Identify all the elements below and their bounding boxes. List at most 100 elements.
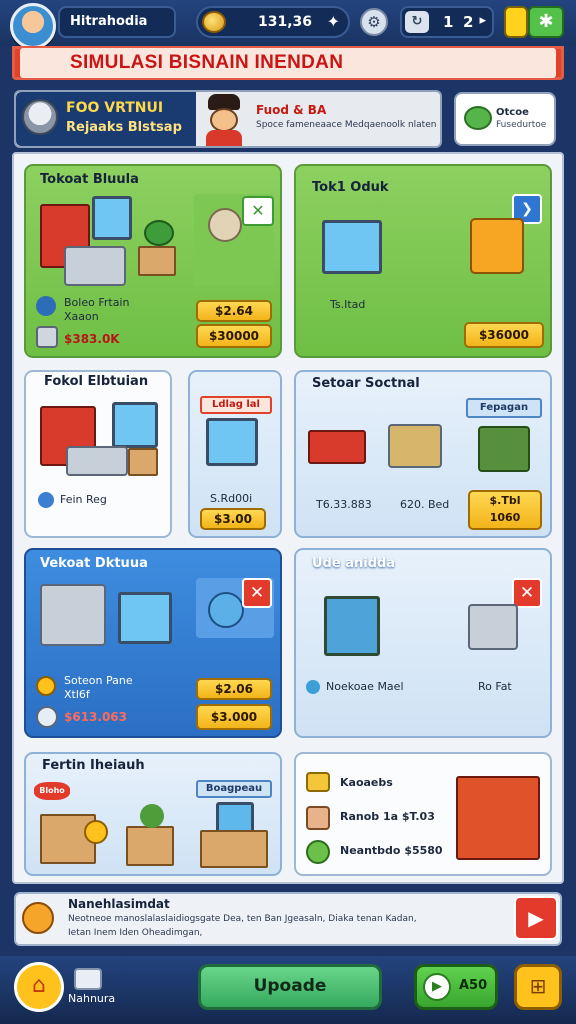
coin-icon <box>36 676 56 696</box>
monitor-icon <box>206 418 258 466</box>
box-icon <box>200 830 268 868</box>
settings-icon[interactable]: ✱ <box>528 6 564 38</box>
card-1-price-1[interactable]: $2.64 <box>196 300 272 322</box>
mascot-icon <box>22 99 58 135</box>
level-value-b: 2 <box>463 13 474 31</box>
close-icon[interactable]: ✕ <box>242 578 272 608</box>
pos-machine-icon <box>40 584 106 646</box>
card-1-price-2[interactable]: $30000 <box>196 324 272 348</box>
crate-icon <box>478 426 530 472</box>
promo-line-2: Rejaaks Blstsap <box>66 120 182 135</box>
card-6-title: Vekoat Dktuua <box>40 556 148 571</box>
promo-middle-title: Fuod & BA <box>256 103 327 117</box>
card-5-price[interactable]: $.Tbl 1060 <box>468 490 542 530</box>
side-promo-text: Fusedurtoe <box>496 120 547 130</box>
ad-icon: ▶ <box>423 973 451 1001</box>
pencil-icon <box>38 492 54 508</box>
close-icon[interactable]: ✕ <box>512 578 542 608</box>
cart-icon <box>388 424 442 468</box>
box-icon <box>128 448 158 476</box>
card-5-label-2: 620. Bed <box>400 498 450 511</box>
card-3-title: Fokol Elbtuian <box>44 374 149 389</box>
register-icon <box>66 446 128 476</box>
can-icon <box>36 326 58 348</box>
energy-icon[interactable] <box>504 6 528 38</box>
card-5-title: Setoar Soctnal <box>312 376 420 391</box>
card-2-label: Ts.Itad <box>330 298 366 311</box>
leaf-icon <box>306 840 330 864</box>
promo-middle-text: Spoce fameneaace Medqaenoolk nlaten <box>256 120 437 130</box>
crate-icon <box>126 826 174 866</box>
mascot-icon <box>208 592 244 628</box>
card-7-label-2: Ro Fat <box>478 680 512 693</box>
monitor-icon <box>468 604 518 650</box>
card-9-line-1: Kaoaebs <box>340 776 393 789</box>
level-value-a: 1 <box>443 13 454 31</box>
coin-icon <box>202 11 226 33</box>
card-5-price-value: 1060 <box>489 511 521 524</box>
monitor-icon <box>92 196 132 240</box>
tray-icon <box>308 430 366 464</box>
menu-icon[interactable]: ⊞ <box>514 964 562 1010</box>
player-name[interactable]: Hitrahodia <box>58 6 176 38</box>
news-text-1: Neotneoe manoslalaslaidiogsgate Dea, ten… <box>68 914 417 924</box>
game-title: SIMULASI BISNAIN INENDAN <box>70 52 344 73</box>
paper-roll-icon <box>208 208 242 242</box>
card-1-label-2: Xaaon <box>64 310 99 323</box>
card-4-label: S.Rd00i <box>210 492 253 505</box>
monitor-icon <box>112 402 158 448</box>
stack-icon <box>306 772 330 792</box>
card-2-title: Tok1 Oduk <box>312 180 389 195</box>
monitor-icon <box>322 220 382 274</box>
card-6-label: Soteon Pane <box>64 674 133 687</box>
level-display[interactable]: ↻ 1 2 ▸ <box>400 6 494 38</box>
add-coins-icon[interactable]: ✦ <box>327 12 340 31</box>
pot-icon <box>144 220 174 246</box>
newsreader-icon <box>22 902 54 934</box>
upgrade-button[interactable]: Upoade <box>198 964 382 1010</box>
card-5-label-1: T6.33.883 <box>316 498 372 511</box>
building-icon <box>456 776 540 860</box>
card-1-earnings: $383.0K <box>64 332 120 346</box>
bowl-icon <box>36 706 58 728</box>
ad-button-label: A50 <box>459 978 488 993</box>
player-avatar[interactable] <box>10 3 56 49</box>
card-4-price[interactable]: $3.00 <box>200 508 266 530</box>
card-2-price[interactable]: $36000 <box>464 322 544 348</box>
person-icon <box>36 296 56 316</box>
news-title: Nanehlasimdat <box>68 897 170 911</box>
card-7-label: Noekoae Mael <box>326 680 404 693</box>
card-5-small-price: $.Tbl <box>489 494 521 507</box>
card-6-price-2[interactable]: $3.000 <box>196 704 272 730</box>
card-6-label-2: Xtl6f <box>64 688 90 701</box>
coin-icon <box>84 820 108 844</box>
card-4-tag: Ldlag lal <box>200 396 272 414</box>
card-3-label: Fein Reg <box>60 493 107 506</box>
home-icon[interactable]: ⌂ <box>14 962 64 1012</box>
card-7-title: Ude anidda <box>312 556 396 571</box>
tree-icon <box>140 804 164 828</box>
monitor-icon <box>118 592 172 644</box>
gear-icon[interactable]: ⚙ <box>360 8 388 36</box>
promo-line-1: FOO VRTNUI <box>66 100 164 116</box>
ad-button[interactable]: ▶ A50 <box>414 964 498 1010</box>
level-icon: ↻ <box>405 11 429 33</box>
coin-value: 131,36 <box>258 14 313 30</box>
card-1-title: Tokoat Bluula <box>40 172 139 187</box>
register-icon <box>64 246 126 286</box>
mail-icon[interactable] <box>74 968 102 990</box>
check-icon <box>306 680 320 694</box>
card-9-line-2: Ranob 1a $T.03 <box>340 810 435 823</box>
coin-counter[interactable]: 131,36 ✦ <box>196 6 350 38</box>
chevron-right-icon: ▸ <box>479 13 486 28</box>
news-text-2: Ietan Inem Iden Oheadimgan, <box>68 928 203 938</box>
bottom-left-label: Nahnura <box>68 992 116 1005</box>
card-8-badge: Bloho <box>34 782 70 800</box>
close-icon[interactable]: ✕ <box>242 196 274 226</box>
chef-character-icon <box>202 94 246 146</box>
card-9-line-3: Neantbdo $5580 <box>340 844 443 857</box>
tablet-icon <box>324 596 380 656</box>
card-6-price-1[interactable]: $2.06 <box>196 678 272 700</box>
card-8-title: Fertin Iheiauh <box>42 758 145 773</box>
play-icon[interactable]: ▶ <box>514 896 558 940</box>
